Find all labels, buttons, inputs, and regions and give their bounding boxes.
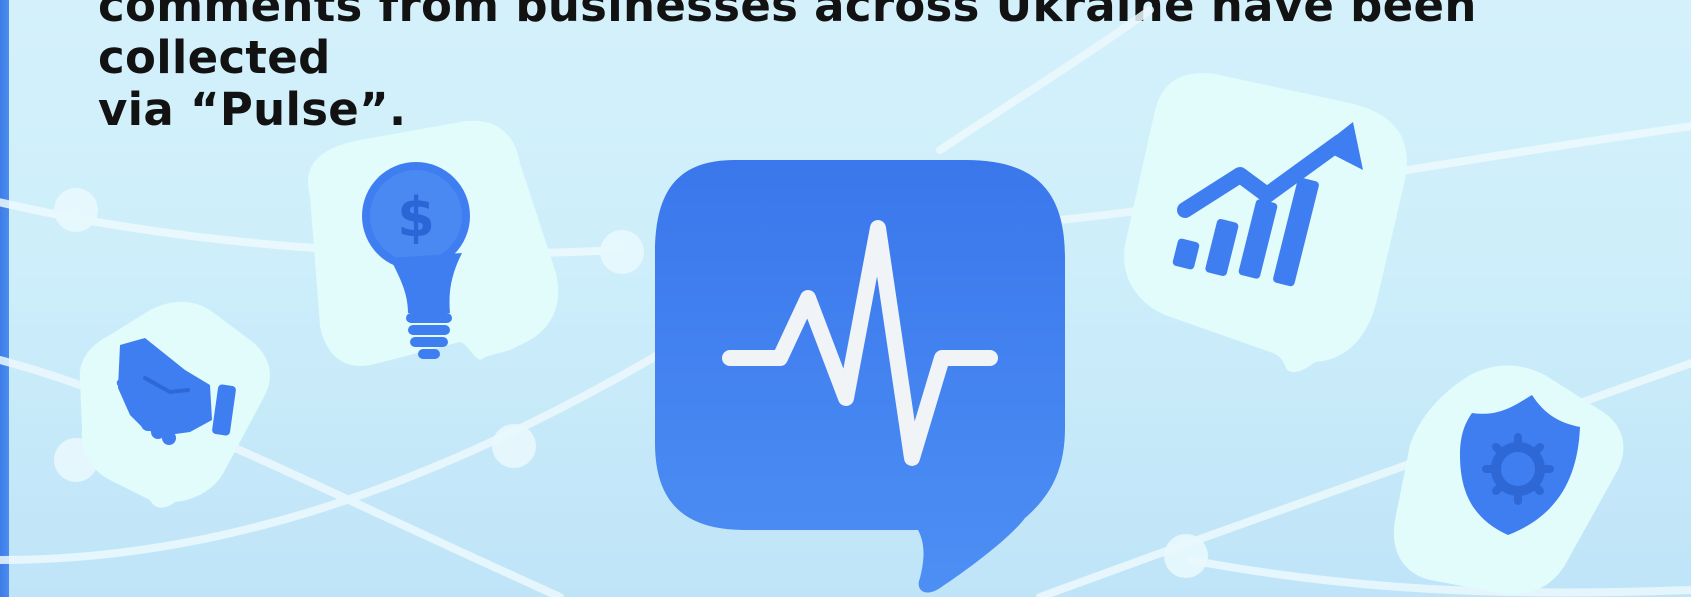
svg-text:$: $ <box>397 186 435 249</box>
handshake-icon <box>79 301 270 508</box>
security-shield-gear-icon <box>1393 365 1624 595</box>
pulse-chat-bubble <box>650 158 1070 597</box>
idea-dollar-lightbulb-icon: $ <box>308 120 559 367</box>
handshake-tile <box>70 300 280 515</box>
shield-tile <box>1390 365 1630 597</box>
pulse-chat-icon <box>655 160 1065 593</box>
growth-chart-tile <box>1115 70 1425 390</box>
lightbulb-tile: $ <box>290 118 570 378</box>
growth-chart-icon <box>1124 73 1407 373</box>
